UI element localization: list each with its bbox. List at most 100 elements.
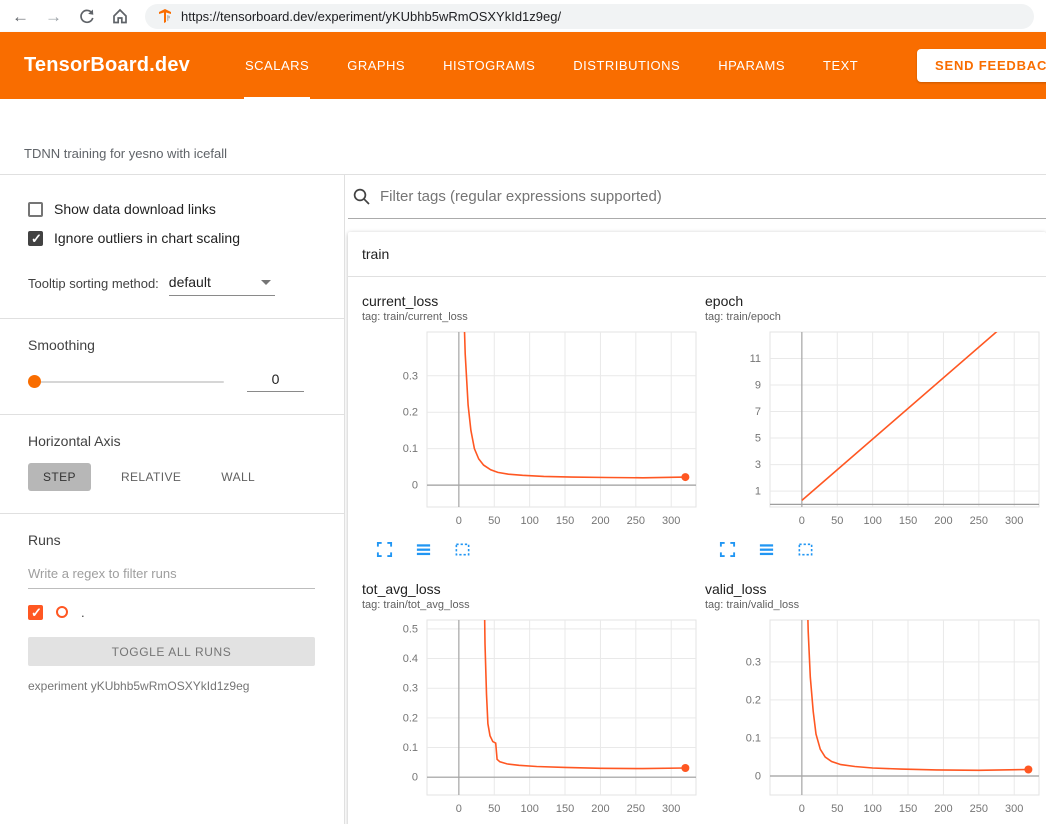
smoothing-value-input[interactable]	[247, 371, 304, 392]
slider-thumb[interactable]	[28, 375, 41, 388]
fit-domain-icon[interactable]	[454, 541, 471, 558]
svg-text:0.4: 0.4	[403, 653, 418, 665]
line-chart-tot-avg-loss[interactable]: 05010015020025030000.10.20.30.40.5	[362, 616, 698, 822]
svg-text:250: 250	[970, 803, 988, 815]
svg-text:200: 200	[591, 515, 609, 527]
horizontal-axis-options: STEP RELATIVE WALL	[28, 463, 315, 491]
back-icon[interactable]: ←	[12, 8, 29, 25]
forward-icon[interactable]: →	[45, 8, 62, 25]
search-icon	[352, 187, 371, 206]
svg-text:100: 100	[863, 515, 881, 527]
screen: ← → https://tensorboard.dev/experiment/y…	[0, 0, 1046, 825]
svg-text:9: 9	[755, 380, 761, 392]
svg-text:150: 150	[556, 803, 574, 815]
svg-text:50: 50	[488, 803, 500, 815]
axis-relative-button[interactable]: RELATIVE	[111, 463, 191, 491]
svg-text:3: 3	[755, 459, 761, 471]
svg-text:0: 0	[799, 515, 805, 527]
send-feedback-button[interactable]: SEND FEEDBACK	[917, 49, 1046, 82]
axis-wall-button[interactable]: WALL	[211, 463, 265, 491]
line-chart-current-loss[interactable]: 05010015020025030000.10.20.3	[362, 328, 698, 534]
tooltip-sorting-select[interactable]: default	[169, 274, 275, 296]
smoothing-row	[28, 371, 315, 392]
runs-filter-input[interactable]	[28, 558, 315, 589]
svg-text:50: 50	[488, 515, 500, 527]
address-bar[interactable]: https://tensorboard.dev/experiment/yKUbh…	[145, 4, 1034, 29]
chart-title: current_loss	[362, 293, 698, 309]
line-chart-epoch[interactable]: 0501001502002503001357911	[705, 328, 1041, 534]
experiment-subheader: TDNN training for yesno with icefall	[0, 99, 1046, 175]
svg-text:0.3: 0.3	[746, 656, 761, 668]
run-name: .	[81, 605, 85, 620]
svg-text:0: 0	[799, 803, 805, 815]
chart-current-loss: current_loss tag: train/current_loss 0 50…	[362, 287, 698, 559]
chart-tot-avg-loss: tot_avg_loss tag: train/tot_avg_loss 050…	[362, 575, 698, 824]
toggle-all-runs-button[interactable]: TOGGLE ALL RUNS	[28, 637, 315, 666]
url-text: https://tensorboard.dev/experiment/yKUbh…	[181, 9, 561, 24]
svg-text:1: 1	[755, 486, 761, 498]
svg-text:300: 300	[1005, 515, 1023, 527]
chart-valid-loss: valid_loss tag: train/valid_loss 0501001…	[705, 575, 1041, 824]
view-data-icon[interactable]	[758, 541, 775, 558]
run-checkbox[interactable]	[28, 605, 43, 620]
settings-sidebar: Show data download links Ignore outliers…	[0, 175, 345, 824]
train-section-card: train current_loss tag: train/current_lo…	[348, 232, 1046, 824]
show-download-links-checkbox[interactable]	[28, 202, 43, 217]
svg-text:300: 300	[662, 803, 680, 815]
axis-step-button[interactable]: STEP	[28, 463, 91, 491]
chart-actions	[362, 539, 698, 559]
reload-icon[interactable]	[78, 8, 95, 25]
svg-text:250: 250	[970, 515, 988, 527]
fullscreen-icon[interactable]	[376, 541, 393, 558]
tag-filter-row	[348, 175, 1046, 219]
horizontal-axis-label: Horizontal Axis	[28, 433, 315, 449]
svg-text:7: 7	[755, 406, 761, 418]
svg-text:200: 200	[934, 803, 952, 815]
tab-text[interactable]: TEXT	[822, 32, 859, 99]
main-nav: SCALARS GRAPHS HISTOGRAMS DISTRIBUTIONS …	[244, 32, 859, 99]
smoothing-slider[interactable]	[28, 381, 224, 383]
chart-epoch: epoch tag: train/epoch 05010015020025030…	[705, 287, 1041, 559]
tab-histograms[interactable]: HISTOGRAMS	[442, 32, 536, 99]
chart-actions	[705, 539, 1041, 559]
tab-graphs[interactable]: GRAPHS	[346, 32, 406, 99]
run-color-swatch-icon	[56, 606, 68, 618]
svg-text:0.1: 0.1	[403, 742, 418, 754]
divider	[0, 318, 344, 319]
svg-text:0.2: 0.2	[746, 694, 761, 706]
line-chart-valid-loss[interactable]: 05010015020025030000.10.20.3	[705, 616, 1041, 822]
experiment-title: TDNN training for yesno with icefall	[24, 146, 227, 161]
home-icon[interactable]	[111, 7, 129, 25]
tab-distributions[interactable]: DISTRIBUTIONS	[572, 32, 681, 99]
svg-text:0: 0	[456, 803, 462, 815]
tab-scalars[interactable]: SCALARS	[244, 32, 310, 99]
view-data-icon[interactable]	[415, 541, 432, 558]
section-header-train[interactable]: train	[348, 232, 1046, 277]
show-download-links-row: Show data download links	[28, 199, 315, 219]
svg-text:100: 100	[520, 515, 538, 527]
fit-domain-icon[interactable]	[797, 541, 814, 558]
ignore-outliers-checkbox[interactable]	[28, 231, 43, 246]
svg-text:250: 250	[627, 515, 645, 527]
svg-text:0.5: 0.5	[403, 623, 418, 635]
svg-text:150: 150	[899, 515, 917, 527]
chart-tag: tag: train/epoch	[705, 311, 1041, 323]
svg-text:250: 250	[627, 803, 645, 815]
svg-text:50: 50	[831, 515, 843, 527]
app-logo: TensorBoard.dev	[24, 54, 190, 77]
divider	[0, 513, 344, 514]
tooltip-sorting-value: default	[169, 274, 211, 290]
chart-tag: tag: train/current_loss	[362, 311, 698, 323]
fullscreen-icon[interactable]	[719, 541, 736, 558]
chart-title: epoch	[705, 293, 1041, 309]
section-title: train	[362, 246, 389, 262]
svg-text:100: 100	[863, 803, 881, 815]
tab-hparams[interactable]: HPARAMS	[717, 32, 786, 99]
svg-text:0: 0	[456, 515, 462, 527]
app-header: TensorBoard.dev SCALARS GRAPHS HISTOGRAM…	[0, 32, 1046, 99]
experiment-id-label: experiment yKUbhb5wRmOSXYkId1z9eg	[28, 679, 315, 693]
svg-text:11: 11	[750, 353, 761, 365]
chart-tag: tag: train/valid_loss	[705, 599, 1041, 611]
tag-filter-input[interactable]	[380, 188, 1046, 205]
svg-text:0: 0	[755, 770, 761, 782]
